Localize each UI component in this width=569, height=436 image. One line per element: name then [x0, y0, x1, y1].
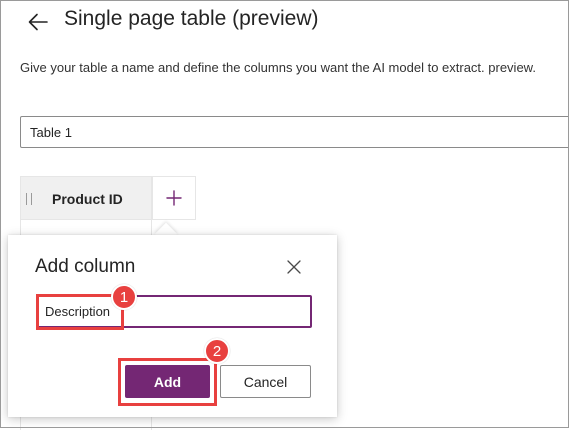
plus-icon — [166, 190, 182, 206]
add-column-button[interactable] — [152, 176, 196, 220]
page-title: Single page table (preview) — [64, 7, 319, 30]
close-button[interactable] — [285, 258, 303, 276]
drag-handle-icon[interactable] — [26, 193, 32, 205]
column-header-label: Product ID — [52, 191, 123, 207]
add-button[interactable]: Add — [125, 365, 210, 398]
column-header-product-id[interactable]: Product ID — [20, 176, 152, 220]
add-column-callout: Add column Add Cancel — [8, 235, 337, 417]
step-2-badge: 2 — [204, 338, 230, 364]
arrow-left-icon — [28, 13, 48, 31]
callout-title: Add column — [35, 256, 136, 277]
close-icon — [287, 260, 301, 274]
table-name-input[interactable] — [20, 116, 569, 148]
back-button[interactable] — [24, 8, 52, 36]
page-description: Give your table a name and define the co… — [20, 60, 536, 75]
step-1-badge: 1 — [111, 284, 137, 310]
column-name-input[interactable] — [37, 295, 312, 328]
cancel-button[interactable]: Cancel — [220, 365, 311, 398]
